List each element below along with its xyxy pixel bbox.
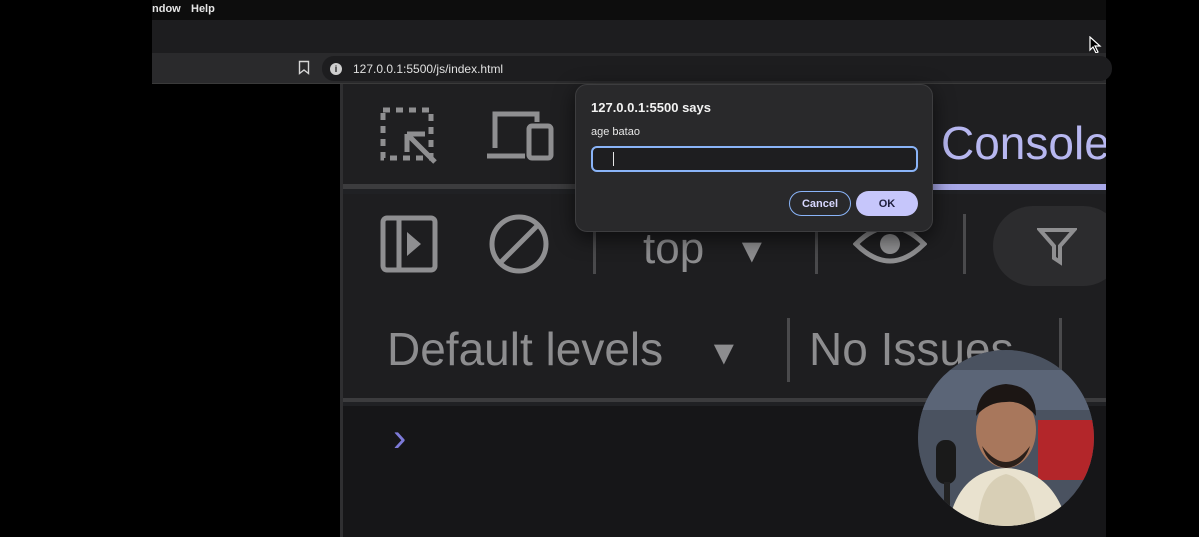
menu-bar: ndow Help: [152, 0, 1106, 20]
menu-item-window[interactable]: ndow: [152, 3, 181, 15]
presenter-video-icon: [918, 350, 1094, 526]
inspect-element-icon[interactable]: [379, 106, 439, 166]
toolbar-divider: [787, 318, 790, 382]
cancel-button[interactable]: Cancel: [789, 191, 851, 216]
tab-strip: [152, 20, 1106, 54]
filter-icon: [1037, 228, 1077, 266]
tab-console-underline: [933, 184, 1106, 190]
menu-item-help[interactable]: Help: [191, 3, 215, 15]
prompt-dialog: 127.0.0.1:5500 says age batao Cancel OK: [575, 84, 933, 232]
tab-console[interactable]: Console: [941, 116, 1106, 170]
dialog-message: age batao: [591, 126, 640, 138]
ok-button[interactable]: OK: [856, 191, 918, 216]
info-icon[interactable]: i: [330, 63, 342, 75]
sidebar-toggle-icon[interactable]: [379, 214, 439, 274]
letterbox-left: [0, 0, 152, 537]
prompt-input[interactable]: [591, 146, 918, 172]
context-dropdown-arrow-icon[interactable]: ▼: [735, 232, 769, 271]
filter-input[interactable]: [993, 206, 1106, 286]
dialog-title: 127.0.0.1:5500 says: [591, 100, 711, 115]
levels-dropdown-arrow-icon[interactable]: ▼: [707, 334, 741, 373]
browser-toolbar: i 127.0.0.1:5500/js/index.html: [152, 53, 1112, 84]
bookmark-icon[interactable]: [298, 60, 310, 75]
toolbar-divider: [963, 214, 966, 274]
device-toolbar-icon[interactable]: [485, 108, 555, 164]
log-levels-dropdown[interactable]: Default levels: [387, 322, 663, 376]
clear-console-icon[interactable]: [487, 212, 551, 276]
page-viewport: [152, 84, 340, 537]
address-bar[interactable]: i 127.0.0.1:5500/js/index.html: [322, 56, 1112, 81]
chevron-right-icon: ›: [393, 416, 407, 460]
text-caret: [613, 152, 614, 166]
cursor-icon: [1089, 36, 1102, 54]
letterbox-right: [1106, 0, 1199, 537]
url-text[interactable]: 127.0.0.1:5500/js/index.html: [353, 62, 503, 76]
webcam-overlay: [918, 350, 1094, 526]
